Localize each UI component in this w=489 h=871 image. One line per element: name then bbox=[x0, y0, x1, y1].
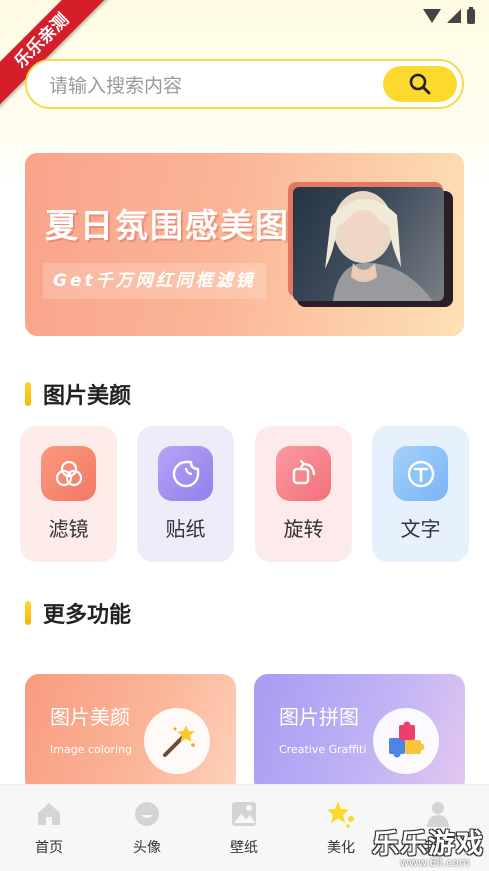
nav-avatar[interactable]: 头像 bbox=[117, 799, 177, 857]
site-watermark: 乐乐游戏 www.6ll.com bbox=[372, 822, 489, 871]
nav-beautify[interactable]: 美化 bbox=[311, 799, 371, 857]
nav-wallpaper[interactable]: 壁纸 bbox=[214, 799, 274, 857]
banner-title: 夏日氛围感美图 bbox=[45, 206, 290, 245]
nav-home-label: 首页 bbox=[35, 840, 63, 856]
nav-home[interactable]: 首页 bbox=[19, 799, 79, 857]
section-beauty-title: 图片美颜 bbox=[43, 384, 132, 409]
section-more-title: 更多功能 bbox=[43, 603, 132, 628]
rotate-icon bbox=[276, 446, 331, 501]
signal-icon bbox=[447, 9, 461, 23]
watermark-url: www.6ll.com bbox=[400, 856, 470, 869]
wifi-icon bbox=[423, 9, 441, 23]
more-beauty-subtitle: Image coloring bbox=[50, 743, 133, 756]
section-more-header: 更多功能 bbox=[25, 597, 131, 629]
tool-sticker[interactable]: 贴纸 bbox=[137, 426, 234, 562]
puzzle-icon bbox=[373, 708, 439, 774]
avatar-icon bbox=[132, 799, 162, 829]
tool-filter-label: 滤镜 bbox=[48, 517, 89, 541]
more-puzzle-title: 图片拼图 bbox=[279, 705, 359, 729]
status-bar bbox=[423, 6, 475, 26]
section-marker bbox=[25, 601, 31, 625]
tool-sticker-label: 贴纸 bbox=[165, 517, 206, 541]
search-button[interactable] bbox=[383, 66, 457, 102]
portrait-image bbox=[325, 191, 433, 301]
text-icon bbox=[393, 446, 448, 501]
tool-filter[interactable]: 滤镜 bbox=[20, 426, 117, 562]
search-input[interactable]: 请输入搜索内容 bbox=[49, 71, 182, 98]
nav-beautify-label: 美化 bbox=[327, 840, 355, 856]
more-beauty-card[interactable]: 图片美颜 Image coloring bbox=[25, 674, 236, 794]
home-icon bbox=[34, 799, 64, 829]
search-bar[interactable]: 请输入搜索内容 bbox=[25, 59, 464, 109]
star-icon bbox=[326, 799, 356, 829]
tool-text[interactable]: 文字 bbox=[372, 426, 469, 562]
battery-icon bbox=[467, 6, 475, 24]
banner-photo bbox=[293, 187, 444, 301]
promo-banner[interactable]: 夏日氛围感美图 Get千万网红同框滤镜 bbox=[25, 153, 464, 336]
search-icon bbox=[409, 73, 431, 95]
nav-wallpaper-label: 壁纸 bbox=[230, 840, 258, 856]
tool-text-label: 文字 bbox=[400, 517, 441, 541]
tool-rotate[interactable]: 旋转 bbox=[255, 426, 352, 562]
section-beauty-header: 图片美颜 bbox=[25, 378, 131, 410]
filter-icon bbox=[41, 446, 96, 501]
more-puzzle-subtitle: Creative Graffiti bbox=[279, 743, 367, 756]
more-beauty-title: 图片美颜 bbox=[50, 705, 130, 729]
sticker-icon bbox=[158, 446, 213, 501]
banner-subtitle: Get千万网红同框滤镜 bbox=[43, 263, 266, 299]
wallpaper-icon bbox=[229, 799, 259, 829]
tool-rotate-label: 旋转 bbox=[283, 517, 324, 541]
nav-avatar-label: 头像 bbox=[133, 840, 161, 856]
section-marker bbox=[25, 382, 31, 406]
more-puzzle-card[interactable]: 图片拼图 Creative Graffiti bbox=[254, 674, 465, 794]
magic-wand-icon bbox=[144, 708, 210, 774]
